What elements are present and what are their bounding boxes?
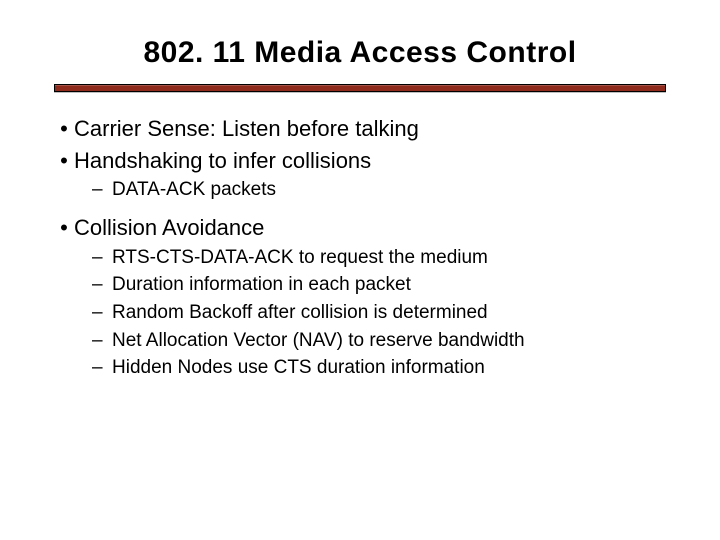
bullet-icon: • — [54, 213, 74, 243]
sub-bullet-text: Hidden Nodes use CTS duration informatio… — [112, 355, 485, 381]
sub-bullet-item: – Duration information in each packet — [92, 272, 666, 298]
bullet-icon: • — [54, 146, 74, 176]
bullet-text: Collision Avoidance — [74, 213, 264, 243]
sub-bullet-item: – Net Allocation Vector (NAV) to reserve… — [92, 328, 666, 354]
sub-bullet-item: – RTS-CTS-DATA-ACK to request the medium — [92, 245, 666, 271]
sub-bullet-item: – Hidden Nodes use CTS duration informat… — [92, 355, 666, 381]
bullet-item: • Collision Avoidance — [54, 213, 666, 243]
dash-icon: – — [92, 272, 112, 298]
sub-bullet-text: RTS-CTS-DATA-ACK to request the medium — [112, 245, 488, 271]
sub-bullet-item: – Random Backoff after collision is dete… — [92, 300, 666, 326]
dash-icon: – — [92, 328, 112, 354]
sub-bullet-item: – DATA-ACK packets — [92, 177, 666, 203]
slide: 802. 11 Media Access Control • Carrier S… — [0, 0, 720, 540]
bullet-text: Carrier Sense: Listen before talking — [74, 114, 419, 144]
dash-icon: – — [92, 355, 112, 381]
sub-bullet-text: DATA-ACK packets — [112, 177, 276, 203]
sub-bullet-text: Random Backoff after collision is determ… — [112, 300, 488, 326]
bullet-item: • Handshaking to infer collisions — [54, 146, 666, 176]
bullet-icon: • — [54, 114, 74, 144]
dash-icon: – — [92, 300, 112, 326]
slide-title: 802. 11 Media Access Control — [54, 36, 666, 70]
bullet-text: Handshaking to infer collisions — [74, 146, 371, 176]
sub-bullet-text: Duration information in each packet — [112, 272, 411, 298]
title-rule — [54, 84, 666, 92]
bullet-item: • Carrier Sense: Listen before talking — [54, 114, 666, 144]
dash-icon: – — [92, 245, 112, 271]
slide-body: • Carrier Sense: Listen before talking •… — [54, 114, 666, 381]
dash-icon: – — [92, 177, 112, 203]
sub-bullet-text: Net Allocation Vector (NAV) to reserve b… — [112, 328, 525, 354]
